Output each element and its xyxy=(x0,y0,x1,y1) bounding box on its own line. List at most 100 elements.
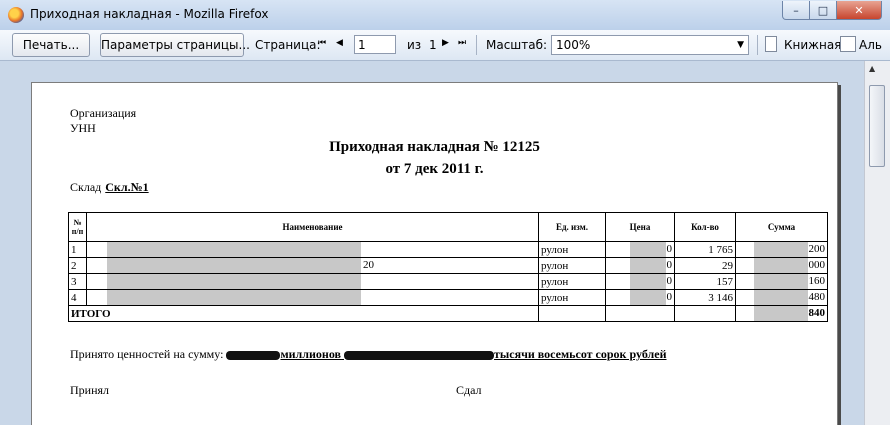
close-icon: ✕ xyxy=(854,3,864,17)
page-setup-button[interactable]: Параметры страницы... xyxy=(100,33,250,57)
separator xyxy=(476,35,477,55)
next-page-icon[interactable]: ▶ xyxy=(442,38,449,48)
redaction-block xyxy=(754,274,808,289)
landscape-icon xyxy=(840,36,856,52)
page-label: Страница: xyxy=(255,38,321,52)
document-date: от 7 дек 2011 г. xyxy=(385,161,484,177)
print-preview-toolbar: Печать... Параметры страницы... Страница… xyxy=(0,30,890,61)
table-row: 1 рулон 0 1 765 200 xyxy=(68,241,828,258)
redaction-block xyxy=(630,258,666,273)
total-empty xyxy=(674,305,736,322)
row-qty: 3 146 xyxy=(674,289,736,306)
redaction-block xyxy=(754,290,808,305)
header-qty: Кол-во xyxy=(674,212,736,242)
delivered-by-label: Сдал xyxy=(456,383,482,397)
preview-area: Организация УНН Приходная накладная № 12… xyxy=(0,61,864,425)
vertical-scrollbar[interactable]: ▲ xyxy=(864,61,890,425)
row-sum: 000 xyxy=(735,257,828,274)
header-unit: Ед. изм. xyxy=(538,212,606,242)
row-qty: 1 765 xyxy=(674,241,736,258)
row-sum: 480 xyxy=(735,289,828,306)
organization-label: Организация xyxy=(70,106,137,120)
print-button[interactable]: Печать... xyxy=(12,33,90,57)
total-empty xyxy=(605,305,675,322)
table-row: 4 рулон 0 3 146 480 xyxy=(68,289,828,306)
row-name xyxy=(86,289,539,306)
document-title: Приходная накладная № 12125 xyxy=(329,139,540,155)
row-name xyxy=(86,241,539,258)
total-empty xyxy=(538,305,606,322)
warehouse-label: Склад xyxy=(70,180,102,194)
row-name: 20 xyxy=(86,257,539,274)
of-label: из xyxy=(407,38,422,52)
zoom-value: 100% xyxy=(556,38,591,52)
first-page-icon[interactable]: ⏮ xyxy=(318,38,326,48)
title-bar: Приходная накладная - Mozilla Firefox – … xyxy=(0,0,890,30)
accepted-by-label: Принял xyxy=(70,383,110,397)
chevron-down-icon: ▼ xyxy=(737,40,744,50)
header-price: Цена xyxy=(605,212,675,242)
row-qty: 29 xyxy=(674,257,736,274)
row-num: 3 xyxy=(68,273,87,290)
row-unit: рулон xyxy=(538,289,606,306)
redaction-block xyxy=(630,290,666,305)
row-num: 1 xyxy=(68,241,87,258)
minimize-button[interactable]: – xyxy=(782,1,810,20)
scroll-thumb[interactable] xyxy=(869,85,885,167)
table-row: 3 рулон 0 157 160 xyxy=(68,273,828,290)
header-sum: Сумма xyxy=(735,212,828,242)
row-price: 0 xyxy=(605,241,675,258)
last-page-icon[interactable]: ⏭ xyxy=(458,38,466,48)
landscape-option[interactable]: Аль xyxy=(859,38,882,52)
row-price: 0 xyxy=(605,257,675,274)
row-num: 4 xyxy=(68,289,87,306)
window-title: Приходная накладная - Mozilla Firefox xyxy=(30,7,269,21)
row-num: 2 xyxy=(68,257,87,274)
close-button[interactable]: ✕ xyxy=(836,1,882,20)
prev-page-icon[interactable]: ◀ xyxy=(336,38,343,48)
maximize-icon: □ xyxy=(817,3,829,17)
table-header-row: № п/п Наименование Ед. изм. Цена Кол-во … xyxy=(68,212,828,242)
redaction-block xyxy=(754,306,808,321)
header-num: № п/п xyxy=(68,212,87,242)
zoom-select[interactable]: 100% ▼ xyxy=(551,35,749,55)
redaction-block xyxy=(226,350,281,360)
total-label: ИТОГО xyxy=(68,305,539,322)
row-qty: 157 xyxy=(674,273,736,290)
maximize-button[interactable]: □ xyxy=(809,1,837,20)
row-price: 0 xyxy=(605,289,675,306)
redaction-block xyxy=(754,242,808,257)
unn-label: УНН xyxy=(70,121,96,135)
row-unit: рулон xyxy=(538,273,606,290)
redaction-block xyxy=(107,290,361,305)
row-unit: рулон xyxy=(538,241,606,258)
redaction-block xyxy=(754,258,808,273)
portrait-icon xyxy=(765,36,777,52)
items-table: № п/п Наименование Ед. изм. Цена Кол-во … xyxy=(68,212,828,322)
total-sum: 840 xyxy=(735,305,828,322)
header-name: Наименование xyxy=(86,212,539,242)
scroll-up-icon[interactable]: ▲ xyxy=(869,64,875,73)
zoom-label: Масштаб: xyxy=(486,38,548,52)
redaction-block xyxy=(630,242,666,257)
table-total-row: ИТОГО 840 xyxy=(68,305,828,322)
document-page: Организация УНН Приходная накладная № 12… xyxy=(31,82,838,425)
row-sum: 160 xyxy=(735,273,828,290)
warehouse-line: Склад Скл.№1 xyxy=(70,180,149,195)
page-number-input[interactable]: 1 xyxy=(354,35,396,54)
page-total: 1 xyxy=(429,38,437,52)
row-unit: рулон xyxy=(538,257,606,274)
minimize-icon: – xyxy=(793,3,799,17)
accepted-sum-line: Принято ценностей на сумму: миллионов ты… xyxy=(70,347,667,362)
redaction-block xyxy=(107,258,361,273)
firefox-icon xyxy=(8,7,24,23)
organization-block: Организация УНН xyxy=(70,106,136,136)
portrait-option[interactable]: Книжная xyxy=(784,38,841,52)
row-name xyxy=(86,273,539,290)
row-price: 0 xyxy=(605,273,675,290)
warehouse-value: Скл.№1 xyxy=(105,180,149,194)
accepted-sum-value: миллионов тысячи восемьсот сорок рублей xyxy=(226,347,667,361)
separator xyxy=(757,35,758,55)
redaction-block xyxy=(107,274,361,289)
redaction-block xyxy=(630,274,666,289)
